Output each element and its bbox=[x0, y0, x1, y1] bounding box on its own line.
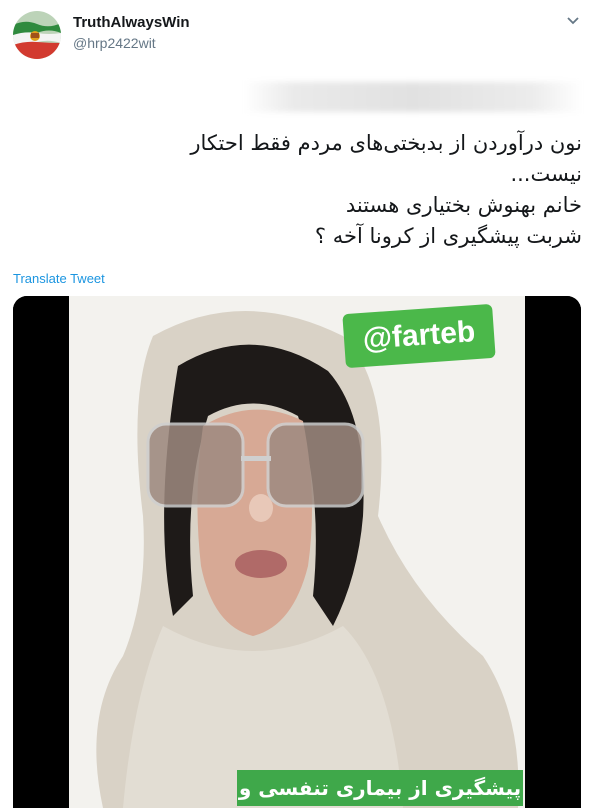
tweet-media[interactable] bbox=[13, 296, 581, 808]
blurred-content bbox=[243, 82, 583, 112]
iran-flag-avatar-icon bbox=[13, 11, 61, 59]
avatar[interactable] bbox=[13, 11, 61, 59]
watermark-badge: @farteb bbox=[342, 303, 496, 369]
video-caption: پیشگیری از بیماری تنفسی و bbox=[237, 770, 523, 806]
user-handle[interactable]: @hrp2422wit bbox=[73, 35, 156, 51]
tweet-text: نون درآوردن از بدبختی‌های مردم فقط احتکا… bbox=[22, 128, 582, 252]
display-name[interactable]: TruthAlwaysWin bbox=[73, 14, 190, 31]
tweet-line: نون درآوردن از بدبختی‌های مردم فقط احتکا… bbox=[190, 131, 582, 155]
tweet-line: نیست... bbox=[510, 162, 582, 186]
tweet-line: شربت پیشگیری از کرونا آخه ؟ bbox=[314, 224, 582, 248]
chevron-down-icon[interactable] bbox=[566, 16, 580, 26]
video-frame bbox=[13, 296, 581, 808]
tweet-line: خانم بهنوش بختیاری هستند bbox=[345, 193, 582, 217]
translate-tweet-link[interactable]: Translate Tweet bbox=[13, 271, 105, 286]
